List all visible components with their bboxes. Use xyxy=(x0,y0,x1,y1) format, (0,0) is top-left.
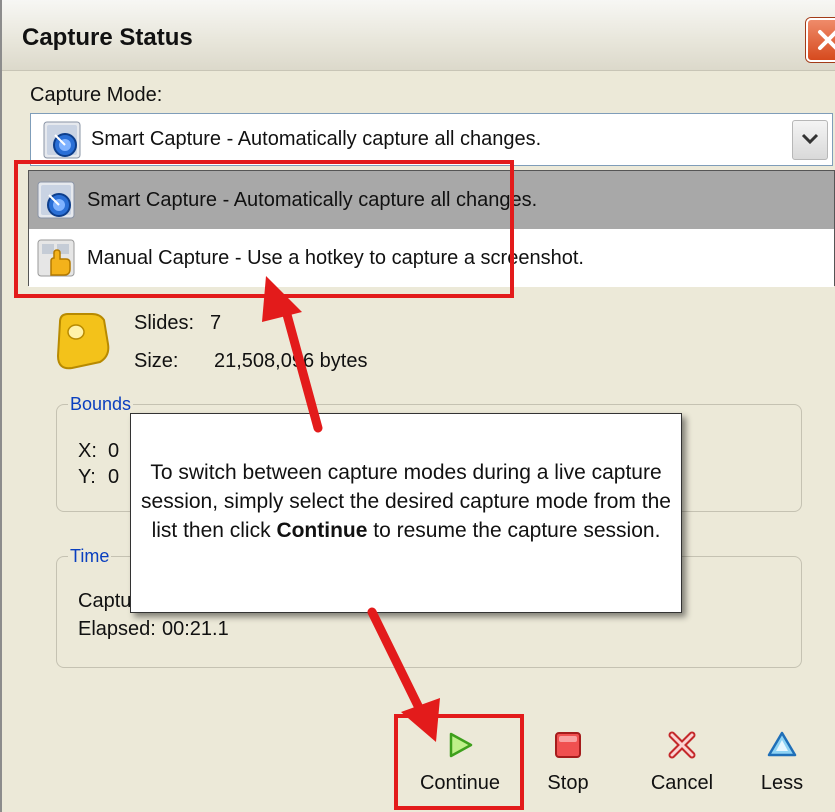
slides-label: Slides: xyxy=(134,312,195,334)
capture-mode-select[interactable]: Smart Capture - Automatically capture al… xyxy=(30,113,833,166)
stop-label: Stop xyxy=(547,772,589,794)
continue-highlight-box xyxy=(394,714,524,810)
callout-bold-continue: Continue xyxy=(276,519,368,542)
bounds-x-label: X: xyxy=(78,440,97,462)
less-button[interactable]: Less xyxy=(742,720,822,810)
captured-label-partial: Captu xyxy=(78,590,132,612)
chevron-down-icon xyxy=(801,133,819,145)
capture-status-dialog: Capture Status Capture Mode: Smart Captu… xyxy=(0,0,835,812)
dropdown-toggle[interactable] xyxy=(792,120,828,160)
size-label: Size: xyxy=(134,350,179,372)
selected-capture-mode: Smart Capture - Automatically capture al… xyxy=(91,128,542,150)
cancel-button[interactable]: Cancel xyxy=(632,720,732,810)
size-value: 21,508,096 bytes xyxy=(214,350,368,372)
bounds-title: Bounds xyxy=(68,394,134,415)
title-bar: Capture Status xyxy=(2,0,835,71)
disk-icon xyxy=(56,313,110,370)
callout-text-end: to resume the capture session. xyxy=(367,519,661,542)
bounds-y-label: Y: xyxy=(78,466,96,488)
callout-text: To switch between capture modes during a… xyxy=(141,458,671,545)
dropdown-highlight-box xyxy=(14,160,514,298)
close-button[interactable] xyxy=(806,18,835,62)
time-title: Time xyxy=(68,546,112,567)
stop-button[interactable]: Stop xyxy=(530,720,606,810)
instruction-callout: To switch between capture modes during a… xyxy=(130,413,682,613)
smart-capture-icon xyxy=(43,121,81,159)
less-label: Less xyxy=(760,772,804,794)
cancel-x-icon xyxy=(668,731,696,759)
bounds-y-value: 0 xyxy=(108,466,120,488)
bounds-x-value: 0 xyxy=(108,440,120,462)
cancel-label: Cancel xyxy=(650,772,714,794)
close-icon xyxy=(818,30,835,50)
elapsed-value: 00:21.1 xyxy=(162,618,229,640)
elapsed-label: Elapsed: xyxy=(78,618,156,640)
slides-value: 7 xyxy=(210,312,222,334)
collapse-triangle-icon xyxy=(767,731,797,757)
stop-icon xyxy=(555,732,581,758)
capture-mode-label: Capture Mode: xyxy=(30,84,163,106)
dialog-title: Capture Status xyxy=(22,24,193,51)
